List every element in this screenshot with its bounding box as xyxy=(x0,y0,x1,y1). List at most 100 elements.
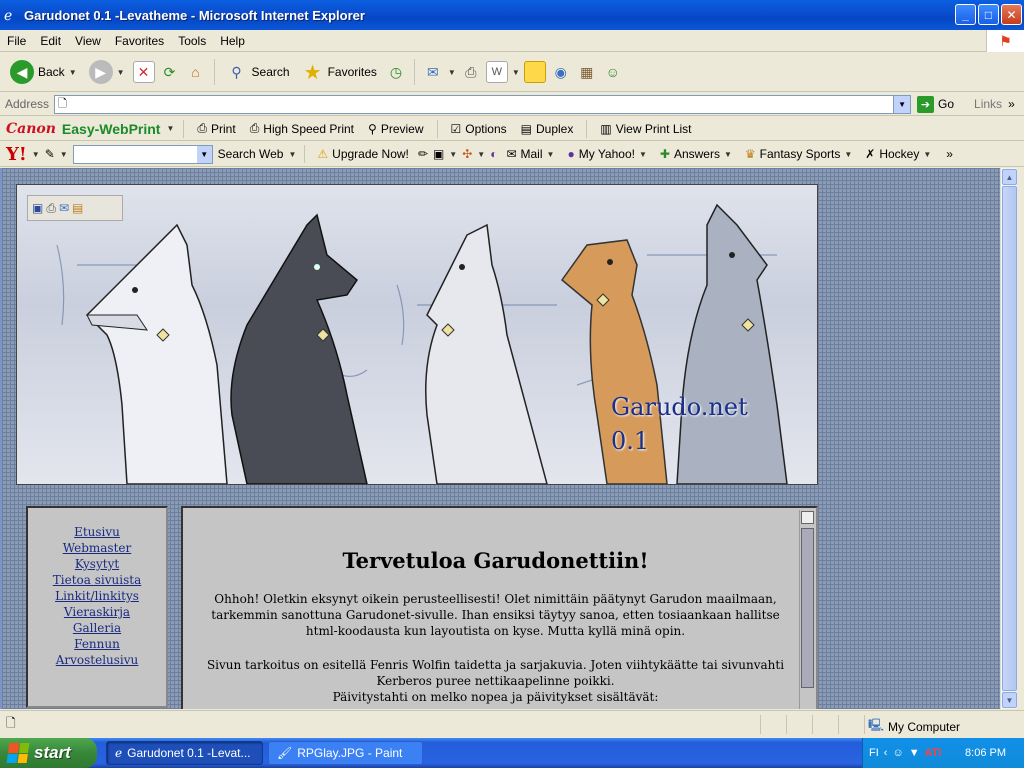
fantasy-sports-button[interactable]: ♛ Fantasy Sports ▼ xyxy=(741,145,856,163)
minimize-button[interactable]: _ xyxy=(955,4,976,25)
updates-paragraph: Päivitystahti on melko nopea ja päivityk… xyxy=(332,690,659,704)
high-speed-print-label: High Speed Print xyxy=(263,121,355,136)
magnifier-icon: ⚲ xyxy=(368,121,377,136)
go-arrow-icon: ➔ xyxy=(917,95,935,113)
nav-link-linkit[interactable]: Linkit/linkitys xyxy=(28,588,166,604)
go-button[interactable]: ➔ Go xyxy=(917,95,954,113)
highlight-icon[interactable]: ✏ xyxy=(418,147,428,161)
upgrade-button[interactable]: ⚠ Upgrade Now! xyxy=(313,145,412,163)
nav-link-kysytyt[interactable]: Kysytyt xyxy=(28,556,166,572)
answers-button[interactable]: ✚ Answers ▼ xyxy=(656,145,736,163)
edit-word-icon[interactable]: W xyxy=(485,61,508,83)
view-print-list-button[interactable]: ▥ View Print List xyxy=(596,120,695,138)
menu-edit[interactable]: Edit xyxy=(33,34,68,48)
home-icon[interactable]: ⌂ xyxy=(185,61,207,83)
title-bar: ℯ Garudonet 0.1 -Levatheme - Microsoft I… xyxy=(0,0,1024,30)
nav-link-fennun[interactable]: Fennun xyxy=(28,636,166,652)
scroll-up-icon[interactable]: ▲ xyxy=(1002,169,1017,185)
separator xyxy=(183,119,185,138)
purpose-paragraph: Sivun tarkoitus on esitellä Fenris Wolfi… xyxy=(206,658,785,688)
nav-link-arvostelusivu[interactable]: Arvostelusivu xyxy=(28,652,166,668)
hockey-button[interactable]: ✗ Hockey ▼ xyxy=(861,145,935,163)
save-image-icon[interactable]: ▣ xyxy=(32,201,43,215)
headphones-icon[interactable]: ◐ xyxy=(490,147,497,161)
yahoo-logo[interactable]: Y! xyxy=(6,144,27,165)
chevron-down-icon: ▼ xyxy=(449,149,458,159)
nav-link-galleria[interactable]: Galleria xyxy=(28,620,166,636)
inner-scroll-up[interactable] xyxy=(801,511,814,524)
antispy-icon[interactable]: ✣ xyxy=(462,147,472,161)
separator xyxy=(213,59,215,85)
system-tray: FI ‹ ☺ ▼ ATI 8:06 PM xyxy=(862,738,1024,768)
email-image-icon[interactable]: ✉ xyxy=(59,201,69,215)
maximize-button[interactable]: □ xyxy=(978,4,999,25)
options-button[interactable]: ☑ Options xyxy=(447,120,511,138)
search-web-button[interactable]: Search Web xyxy=(218,147,284,161)
mail-button[interactable]: ✉ Mail ▼ xyxy=(502,145,558,163)
forward-button[interactable]: ▶ ▼ xyxy=(85,58,129,86)
inner-scrollbar[interactable] xyxy=(799,510,814,709)
my-yahoo-label: My Yahoo! xyxy=(578,147,635,161)
nav-link-tietoa-sivuista[interactable]: Tietoa sivuista xyxy=(28,572,166,588)
hockey-icon: ✗ xyxy=(865,147,876,161)
yahoo-search-input[interactable]: ▼ xyxy=(72,144,213,164)
scroll-thumb[interactable] xyxy=(1002,186,1017,691)
inner-scroll-thumb[interactable] xyxy=(801,528,814,688)
list-icon: ▥ xyxy=(600,121,612,136)
search-dropdown-icon[interactable]: ▼ xyxy=(196,145,212,163)
chevron-right-icon[interactable]: » xyxy=(1008,97,1015,111)
stop-icon[interactable]: ✕ xyxy=(132,61,155,83)
preview-button[interactable]: ⚲ Preview xyxy=(364,120,427,138)
menu-bar: File Edit View Favorites Tools Help ⚑ xyxy=(0,30,1024,52)
nav-link-vieraskirja[interactable]: Vieraskirja xyxy=(28,604,166,620)
scroll-down-icon[interactable]: ▼ xyxy=(1002,692,1017,708)
address-input[interactable]: 🗋 ▼ xyxy=(54,94,912,114)
favorites-button[interactable]: ★ Favorites xyxy=(298,59,381,85)
chevron-left-icon[interactable]: ‹ xyxy=(884,747,888,759)
banner-title: Garudo.net 0.1 xyxy=(611,390,748,458)
nav-link-etusivu[interactable]: Etusivu xyxy=(28,524,166,540)
my-yahoo-button[interactable]: ● My Yahoo! ▼ xyxy=(563,145,650,163)
preview-label: Preview xyxy=(380,121,424,136)
duplex-button[interactable]: ▤ Duplex xyxy=(517,120,578,138)
taskbar-item-paint[interactable]: 🖌 RPGlay.JPG - Paint xyxy=(268,741,423,765)
discuss-icon[interactable]: ◉ xyxy=(550,61,572,83)
print-icon[interactable]: ⎙ xyxy=(460,61,482,83)
menu-tools[interactable]: Tools xyxy=(171,34,213,48)
history-icon[interactable]: ◷ xyxy=(385,61,407,83)
menu-help[interactable]: Help xyxy=(213,34,252,48)
print-image-icon[interactable]: ⎙ xyxy=(46,201,56,216)
taskbar-item-ie[interactable]: ℯ Garudonet 0.1 -Levat... xyxy=(106,741,263,765)
research-icon[interactable]: ▦ xyxy=(576,61,598,83)
chevron-right-icon[interactable]: » xyxy=(946,147,953,161)
page-scrollbar[interactable]: ▲ ▼ xyxy=(1000,168,1017,709)
my-pictures-icon[interactable]: ▤ xyxy=(72,201,83,215)
user-icon[interactable]: ☺ xyxy=(892,747,903,759)
refresh-icon[interactable]: ⟳ xyxy=(159,61,181,83)
language-indicator[interactable]: FI xyxy=(869,747,879,759)
popup-blocker-icon[interactable]: ▣ xyxy=(433,147,444,161)
canon-print-button[interactable]: ⎙ Print xyxy=(193,119,239,138)
high-speed-print-button[interactable]: ⎙ High Speed Print xyxy=(246,119,358,138)
back-button[interactable]: ◀ Back ▼ xyxy=(6,58,81,86)
network-icon[interactable]: ▼ xyxy=(909,747,920,759)
menu-favorites[interactable]: Favorites xyxy=(108,34,171,48)
menu-view[interactable]: View xyxy=(68,34,108,48)
menu-file[interactable]: File xyxy=(0,34,33,48)
image-toolbar: ▣ ⎙ ✉ ▤ xyxy=(27,195,123,221)
mail-icon[interactable]: ✉ xyxy=(422,61,444,83)
start-button[interactable]: start xyxy=(0,738,97,768)
messenger-icon[interactable]: ☺ xyxy=(602,61,624,83)
nav-link-webmaster[interactable]: Webmaster xyxy=(28,540,166,556)
close-button[interactable]: ✕ xyxy=(1001,4,1022,25)
address-dropdown-icon[interactable]: ▼ xyxy=(893,95,911,113)
banner-title-line2: 0.1 xyxy=(611,427,650,455)
easy-webprint-menu[interactable]: Easy-WebPrint xyxy=(62,121,161,137)
task-paint-label: RPGlay.JPG - Paint xyxy=(297,746,403,760)
note-icon[interactable] xyxy=(523,61,546,83)
status-cell xyxy=(838,715,839,734)
ati-icon[interactable]: ATI xyxy=(925,747,942,759)
links-toolbar[interactable]: Links xyxy=(974,97,1002,111)
search-button[interactable]: ⚲ Search xyxy=(222,59,294,85)
pencil-icon[interactable]: ✎ xyxy=(45,147,55,161)
